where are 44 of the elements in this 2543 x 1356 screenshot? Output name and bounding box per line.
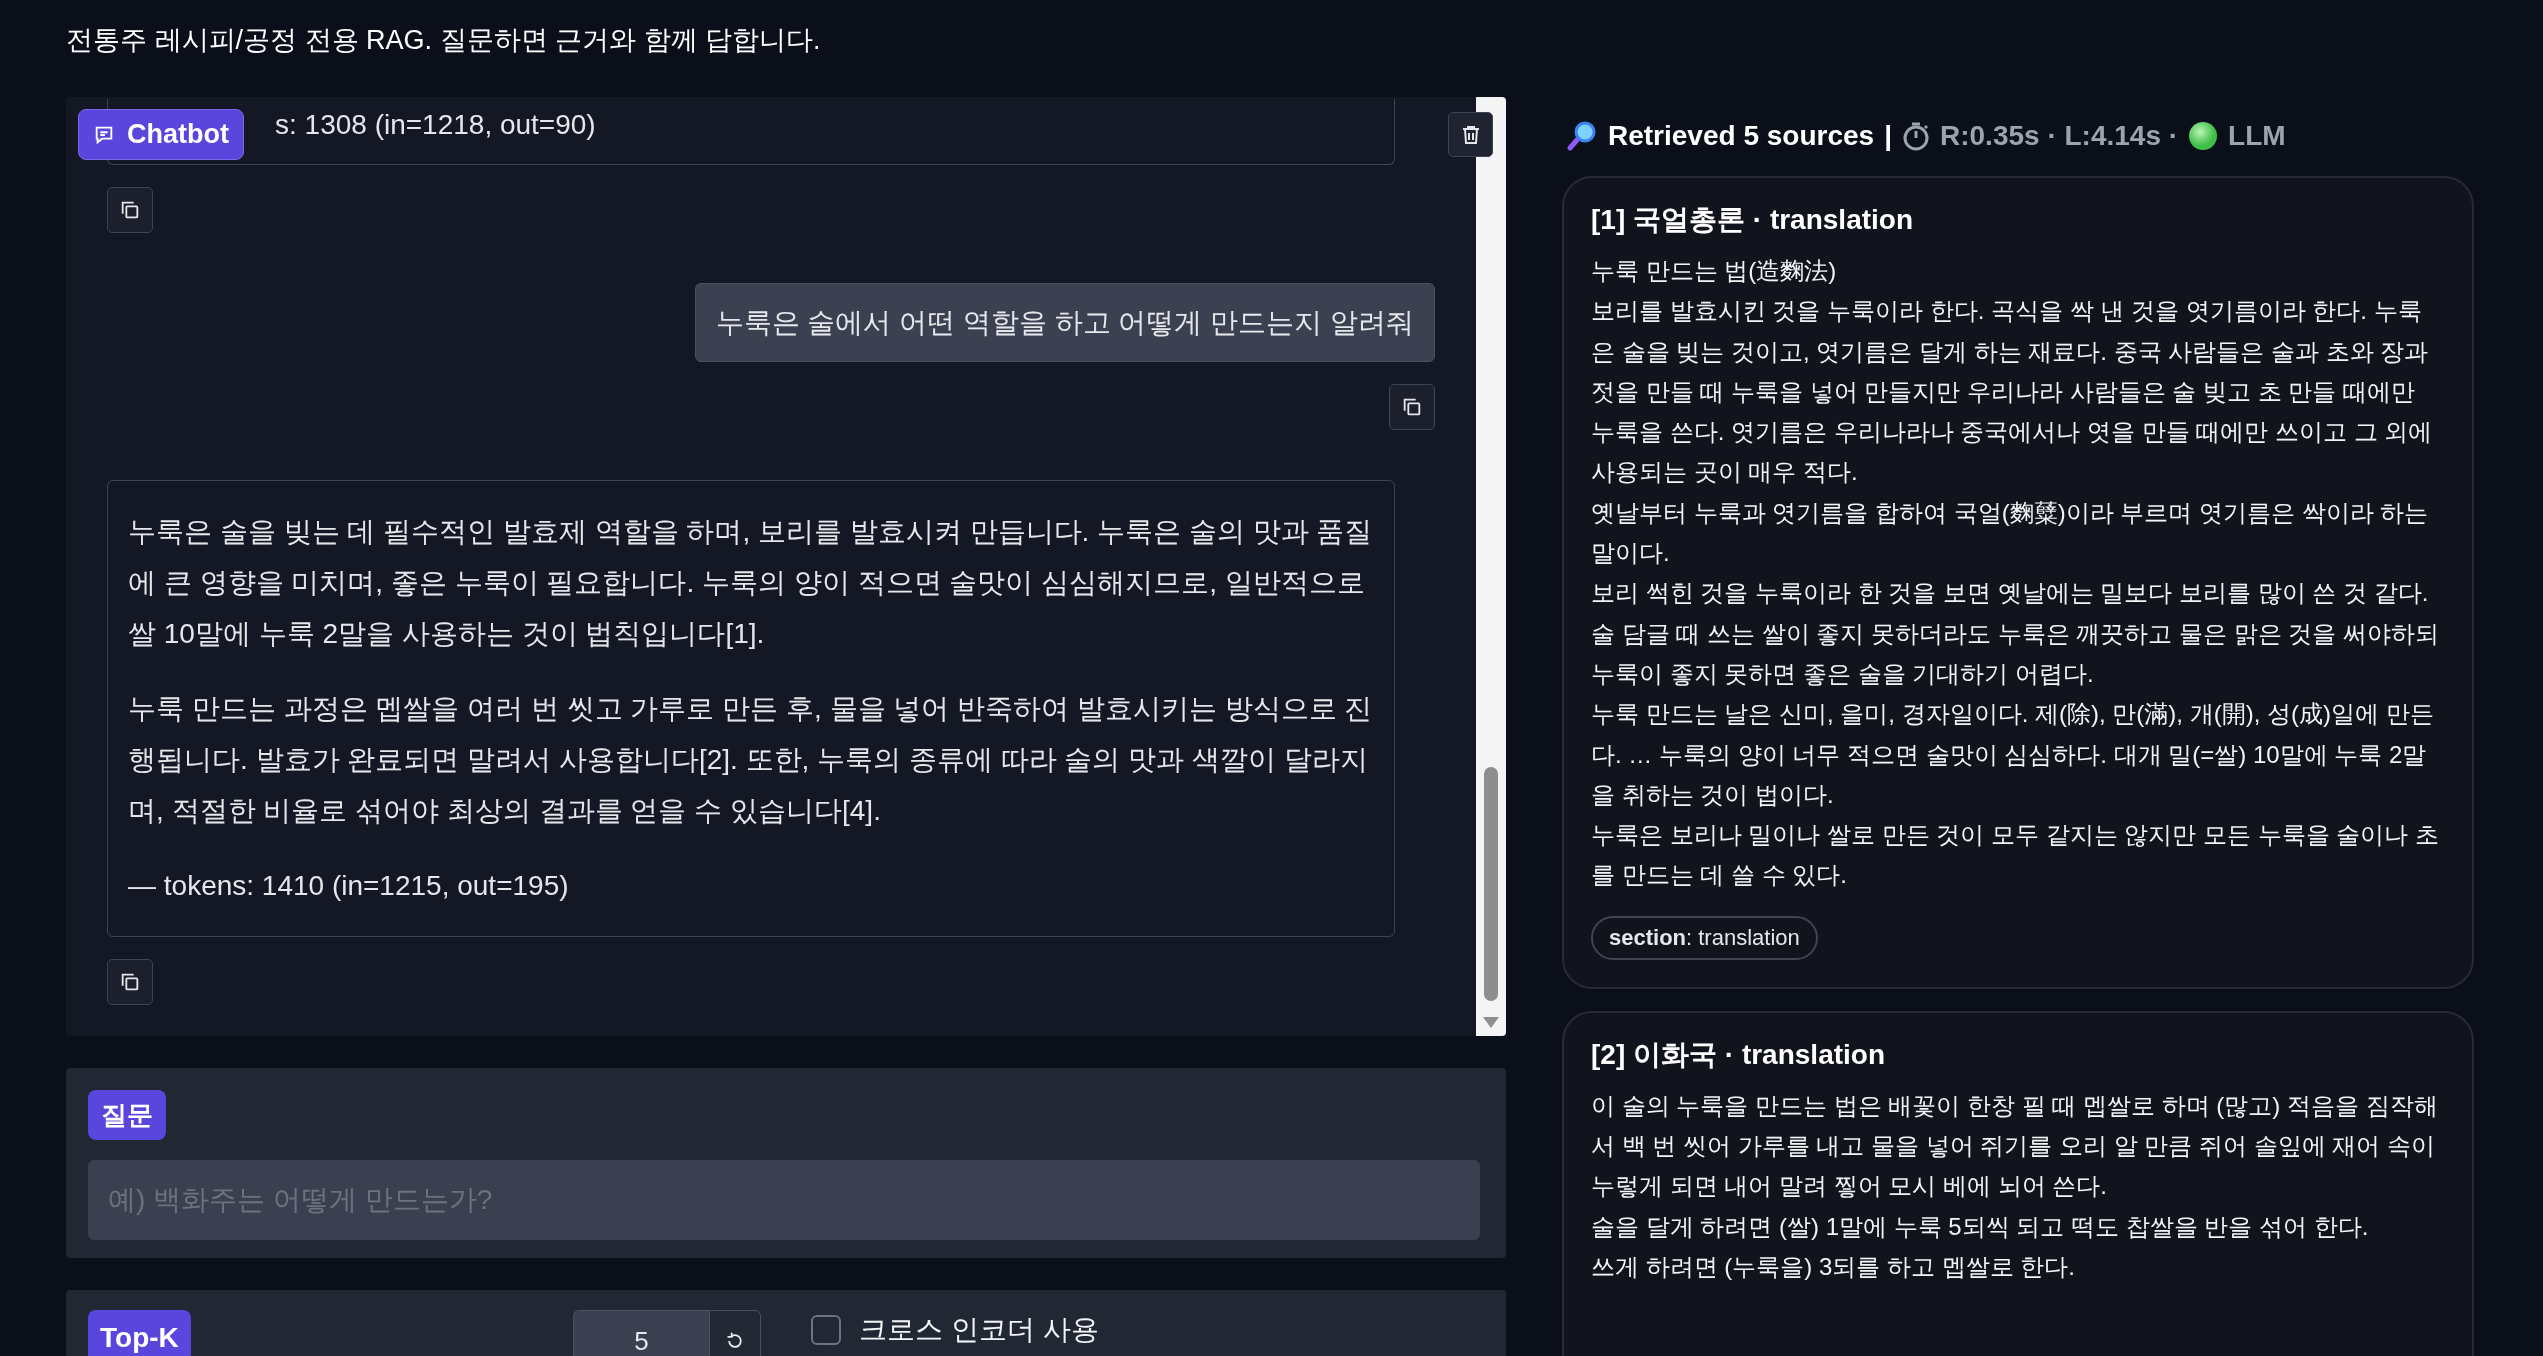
copy-button[interactable] [1389,384,1435,430]
timing-info: R:0.35s · L:4.14s · [1940,119,2179,153]
delete-button[interactable] [1448,112,1493,157]
cross-encoder-checkbox[interactable] [811,1315,841,1345]
source-text: 누룩 만드는 법(造麴法) [1591,256,1838,286]
user-message: 누룩은 술에서 어떤 역할을 하고 어떻게 만드는지 알려줘 [694,283,1435,362]
copy-icon [119,199,141,221]
top-k-label: Top-K [88,1310,191,1356]
scrollbar[interactable] [1476,97,1506,1036]
chatbot-title: Chatbot [127,119,229,150]
source-text: 옛날부터 누룩과 엿기름을 합하여 국얼(麴糵)이라 부르며 엿기름은 싹이라 하는 말이다. [1591,497,2430,569]
copy-icon [1401,396,1423,418]
source-text: 술을 달게 하려면 (쌀) 1말에 누룩 5되씩 되고 떡도 찹쌀을 반을 섞어 한다. [1591,1211,2370,1242]
top-k-field[interactable]: 5 [573,1310,709,1356]
source-text: 누룩은 보리나 밀이나 쌀로 만든 것이 모두 같지는 않지만 모든 누룩을 술이나 초를 만드는 데 쓸 수 있다. [1591,820,2440,891]
source-text: 이 술의 누룩을 만드는 법은 배꽃이 한창 필 때 멥쌀로 하며 (많고) 적음을 짐작해서 백 번 씻어 가루를 내고 물을 넣어 쥐기를 오리 알 만큼 쥐어 솔잎에 재어 속이 누렇게 되면 내어 말려 찧어 모시 베에 뇌어 쓴다. [1591,1090,2439,1202]
copy-icon [119,971,141,993]
answer-paragraph: 누룩 만드는 과정은 멥쌀을 여러 번 씻고 가루로 만든 후, 물을 넣어 반죽하여 발효시키는 방식으로 진행됩니다. 발효가 완료되면 말려서 사용합니다[2]. 또한, 누룩의 종류에 따라 술의 맛과 색깔이 달라지며, 적절한 비율로 섞어야 최상의 결과를 얻을 수 있습니다[4]. [128,692,1374,828]
retrieved-count: Retrieved 5 sources [1608,119,1875,153]
section-tag: section: translation [1591,915,1818,960]
search-icon [1566,120,1598,152]
intro-text: 전통주 레시피/공정 전용 RAG. 질문하면 근거와 함께 답합니다. [66,24,822,57]
reset-icon [725,1331,745,1351]
source-text: 쓰게 하려면 (누룩을) 3되를 하고 멥쌀로 한다. [1591,1251,2076,1282]
token-count: — tokens: 1410 (in=1215, out=195) [128,869,570,903]
source-title: [2] 이화국 · translation [1591,1037,1886,1072]
source-text: 누룩 만드는 날은 신미, 을미, 경자일이다. 제(除), 만(滿), 개(開), 성(成)일에 만든다. … 누룩의 양이 너무 적으면 술맛이 심심하다. 대개 밀(=쌀) 10말에 누룩 2말을 취하는 것이 법이다. [1591,699,2435,810]
token-count: s: 1308 (in=1218, out=90) [275,108,597,142]
source-text: 보리를 발효시킨 것을 누룩이라 한다. 곡식을 싹 낸 것을 엿기름이라 한다. 누룩은 술을 빚는 것이고, 엿기름은 달게 하는 재료다. 중국 사람들은 술과 초와 장과 젓을 만들 때 누룩을 넣어 만들지만 우리나라 사람들은 술 빚고 초 만들 때에만 누룩을 쓴다. 엿기름은 우리나라나 중국에서나 엿을 만들 때에만 쓰이고 그 외에 사용되는 곳이 매우 적다. [1591,296,2434,488]
status-dot-icon [2188,121,2219,151]
stopwatch-icon [1902,121,1930,151]
scrollbar-thumb[interactable] [1484,767,1498,1001]
model-mode: LLM [2228,119,2286,153]
source-text: 보리 썩힌 것을 누룩이라 한 것을 보면 옛날에는 밀보다 보리를 많이 쓴 것 같다. [1591,578,2430,609]
copy-button[interactable] [107,187,153,233]
source-title: [1] 국얼총론 · translation [1591,203,1914,237]
cross-encoder-label[interactable]: 크로스 인코더 사용 [859,1311,1099,1349]
question-label: 질문 [88,1090,166,1140]
answer-paragraph: 누룩은 술을 빚는 데 필수적인 발효제 역할을 하며, 보리를 발효시켜 만듭니다. 누룩은 술의 맛과 품질에 큰 영향을 미치며, 좋은 누룩이 필요합니다. 누룩의 양이 적으면 술맛이 심심해지므로, 일반적으로 쌀 10말에 누룩 2말을 사용하는 것이 법칙입니다[1]. [128,515,1374,651]
copy-button[interactable] [107,959,153,1005]
separator: | [1884,119,1892,153]
reset-button[interactable] [709,1310,761,1356]
source-text: 술 담글 때 쓰는 쌀이 좋지 못하더라도 누룩은 깨끗하고 물은 맑은 것을 써야하되 누룩이 좋지 못하면 좋은 술을 기대하기 어렵다. [1591,618,2440,689]
scroll-down-icon[interactable] [1483,1017,1499,1028]
